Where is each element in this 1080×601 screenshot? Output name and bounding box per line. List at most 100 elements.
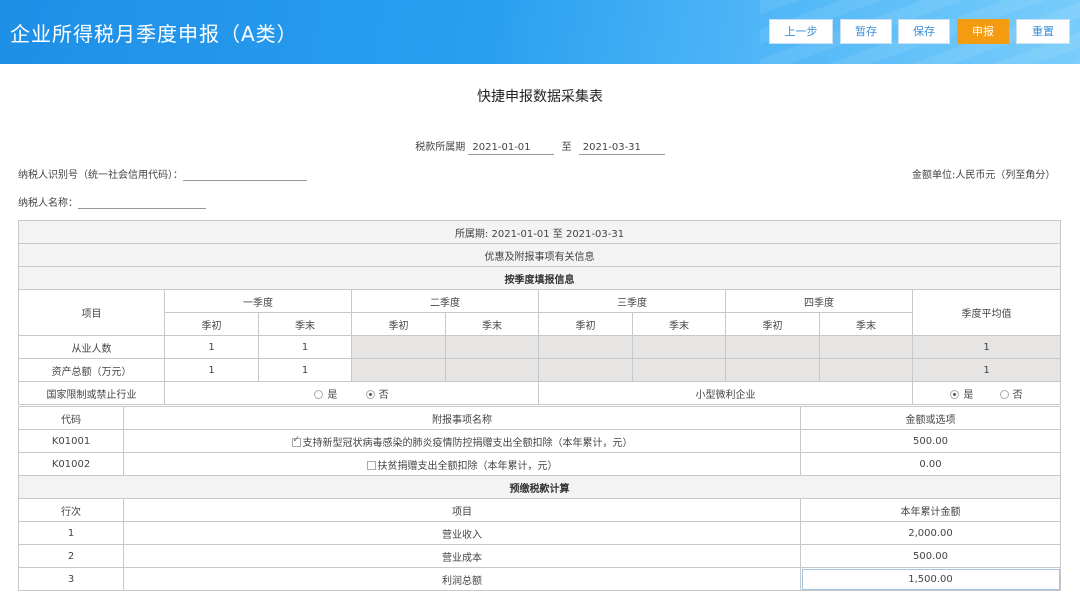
small-profit-yes-label: 是	[963, 389, 974, 401]
table-row: 2 营业成本 500.00	[18, 544, 1061, 568]
save-button[interactable]: 保存	[898, 19, 950, 44]
restricted-industry-options: 是 否	[164, 381, 539, 405]
employees-average: 1	[911, 335, 1062, 359]
submit-button[interactable]: 申报	[957, 19, 1009, 44]
q1-begin-header: 季初	[164, 312, 259, 336]
disabled-cell	[538, 358, 633, 382]
small-profit-options: 是 否	[911, 381, 1062, 405]
total-profit-input[interactable]: 1,500.00	[800, 567, 1061, 591]
disabled-cell	[351, 335, 446, 359]
line-number: 3	[18, 567, 124, 591]
small-profit-yes-radio[interactable]	[950, 389, 960, 399]
k01001-amount-input[interactable]: 500.00	[800, 429, 1061, 453]
k01002-amount-input[interactable]: 0.00	[800, 452, 1061, 476]
reset-button[interactable]: 重置	[1016, 19, 1070, 44]
table-row: 国家限制或禁止行业 是 否 小型微利企业 是 否	[18, 381, 1062, 405]
tax-period-label: 税款所属期	[415, 142, 466, 153]
assets-q1-end-input[interactable]: 1	[258, 358, 352, 382]
app-header: 企业所得税月季度申报（A类） 上一步 暂存 保存 申报 重置	[0, 0, 1080, 64]
preferential-info-table: 所属期: 2021-01-01 至 2021-03-31 优惠及附报事项有关信息…	[17, 220, 1062, 405]
col-calc-item-header: 项目	[123, 498, 801, 522]
k01002-checkbox[interactable]	[366, 460, 376, 470]
q3-end-header: 季末	[632, 312, 726, 336]
taxpayer-name-label: 纳税人名称：	[18, 198, 78, 209]
small-profit-label: 小型微利企业	[538, 381, 913, 405]
disabled-cell	[445, 335, 539, 359]
period-end-field[interactable]: 2021-03-31	[578, 142, 665, 155]
calc-section-title: 预缴税款计算	[18, 475, 1061, 499]
taxpayer-id-field[interactable]	[183, 171, 307, 181]
disabled-cell	[819, 358, 913, 382]
q4-begin-header: 季初	[725, 312, 820, 336]
col-amount-header: 金额或选项	[800, 406, 1061, 430]
k01001-checkbox[interactable]	[291, 435, 301, 447]
table-row: 从业人数 1 1 1	[18, 335, 1062, 359]
row-label: 从业人数	[18, 335, 165, 359]
q4-end-header: 季末	[819, 312, 913, 336]
taxpayer-id-row: 纳税人识别号（统一社会信用代码）：	[18, 166, 307, 181]
restricted-yes-label: 是	[327, 389, 338, 401]
quarter-2-header: 二季度	[351, 289, 539, 313]
restricted-no-label: 否	[378, 389, 389, 401]
period-separator: 至	[561, 142, 572, 153]
quarter-1-header: 一季度	[164, 289, 352, 313]
quarter-average-header: 季度平均值	[911, 289, 1062, 336]
table-row: 资产总额（万元） 1 1 1	[18, 358, 1062, 382]
prev-step-button[interactable]: 上一步	[769, 19, 833, 44]
row-label: 资产总额（万元）	[18, 358, 165, 382]
form-title: 快捷申报数据采集表	[477, 89, 603, 105]
disabled-cell	[632, 358, 726, 382]
assets-q1-begin-input[interactable]: 1	[164, 358, 259, 382]
quarter-3-header: 三季度	[538, 289, 726, 313]
table-period-text: 所属期: 2021-01-01 至 2021-03-31	[17, 220, 1062, 244]
temp-save-button[interactable]: 暂存	[840, 19, 892, 44]
table-row: K01001 支持新型冠状病毒感染的肺炎疫情防控捐赠支出全额扣除（本年累计，元）…	[18, 429, 1061, 453]
taxpayer-name-row: 纳税人名称：	[18, 194, 206, 209]
small-profit-no-label: 否	[1012, 389, 1023, 401]
calc-item: 营业成本	[123, 544, 801, 568]
col-code-header: 代码	[18, 406, 124, 430]
item-name: 支持新型冠状病毒感染的肺炎疫情防控捐赠支出全额扣除（本年累计，元）	[302, 437, 633, 449]
assets-average: 1	[911, 358, 1062, 382]
calc-item: 利润总额	[123, 567, 801, 591]
attached-items-table: 代码 附报事项名称 金额或选项 K01001 支持新型冠状病毒感染的肺炎疫情防控…	[18, 406, 1061, 591]
item-name-cell: 扶贫捐赠支出全额扣除（本年累计，元）	[123, 452, 801, 476]
small-profit-no-radio[interactable]	[999, 389, 1009, 399]
line-number: 1	[18, 521, 124, 545]
disabled-cell	[445, 358, 539, 382]
table-row: 3 利润总额 1,500.00	[18, 567, 1061, 591]
q1-end-header: 季末	[258, 312, 352, 336]
period-start-field[interactable]: 2021-01-01	[468, 142, 555, 155]
taxpayer-name-field[interactable]	[78, 199, 206, 209]
disabled-cell	[538, 335, 633, 359]
tax-period-row: 税款所属期 2021-01-01 至 2021-03-31	[0, 138, 1080, 155]
col-item-header: 项目	[18, 289, 165, 336]
table-row: K01002 扶贫捐赠支出全额扣除（本年累计，元） 0.00	[18, 452, 1061, 476]
q3-begin-header: 季初	[538, 312, 633, 336]
item-name: 扶贫捐赠支出全额扣除（本年累计，元）	[377, 460, 558, 472]
q2-end-header: 季末	[445, 312, 539, 336]
disabled-cell	[819, 335, 913, 359]
quarter-section-title: 按季度填报信息	[17, 266, 1062, 290]
disabled-cell	[351, 358, 446, 382]
disabled-cell	[725, 358, 820, 382]
section-title: 优惠及附报事项有关信息	[17, 243, 1062, 267]
disabled-cell	[632, 335, 726, 359]
restricted-industry-label: 国家限制或禁止行业	[18, 381, 165, 405]
item-name-cell: 支持新型冠状病毒感染的肺炎疫情防控捐赠支出全额扣除（本年累计，元）	[123, 429, 801, 453]
taxpayer-id-label: 纳税人识别号（统一社会信用代码）：	[18, 170, 183, 181]
employees-q1-end-input[interactable]: 1	[258, 335, 352, 359]
cost-input[interactable]: 500.00	[800, 544, 1061, 568]
quarter-4-header: 四季度	[725, 289, 913, 313]
col-ytd-header: 本年累计金额	[800, 498, 1061, 522]
col-line-header: 行次	[18, 498, 124, 522]
page-title: 企业所得税月季度申报（A类）	[10, 22, 298, 46]
restricted-yes-radio[interactable]	[314, 389, 324, 399]
disabled-cell	[725, 335, 820, 359]
currency-note: 金额单位:人民币元（列至角分）	[912, 170, 1056, 181]
calc-item: 营业收入	[123, 521, 801, 545]
q2-begin-header: 季初	[351, 312, 446, 336]
revenue-input[interactable]: 2,000.00	[800, 521, 1061, 545]
restricted-no-radio[interactable]	[365, 389, 375, 399]
employees-q1-begin-input[interactable]: 1	[164, 335, 259, 359]
